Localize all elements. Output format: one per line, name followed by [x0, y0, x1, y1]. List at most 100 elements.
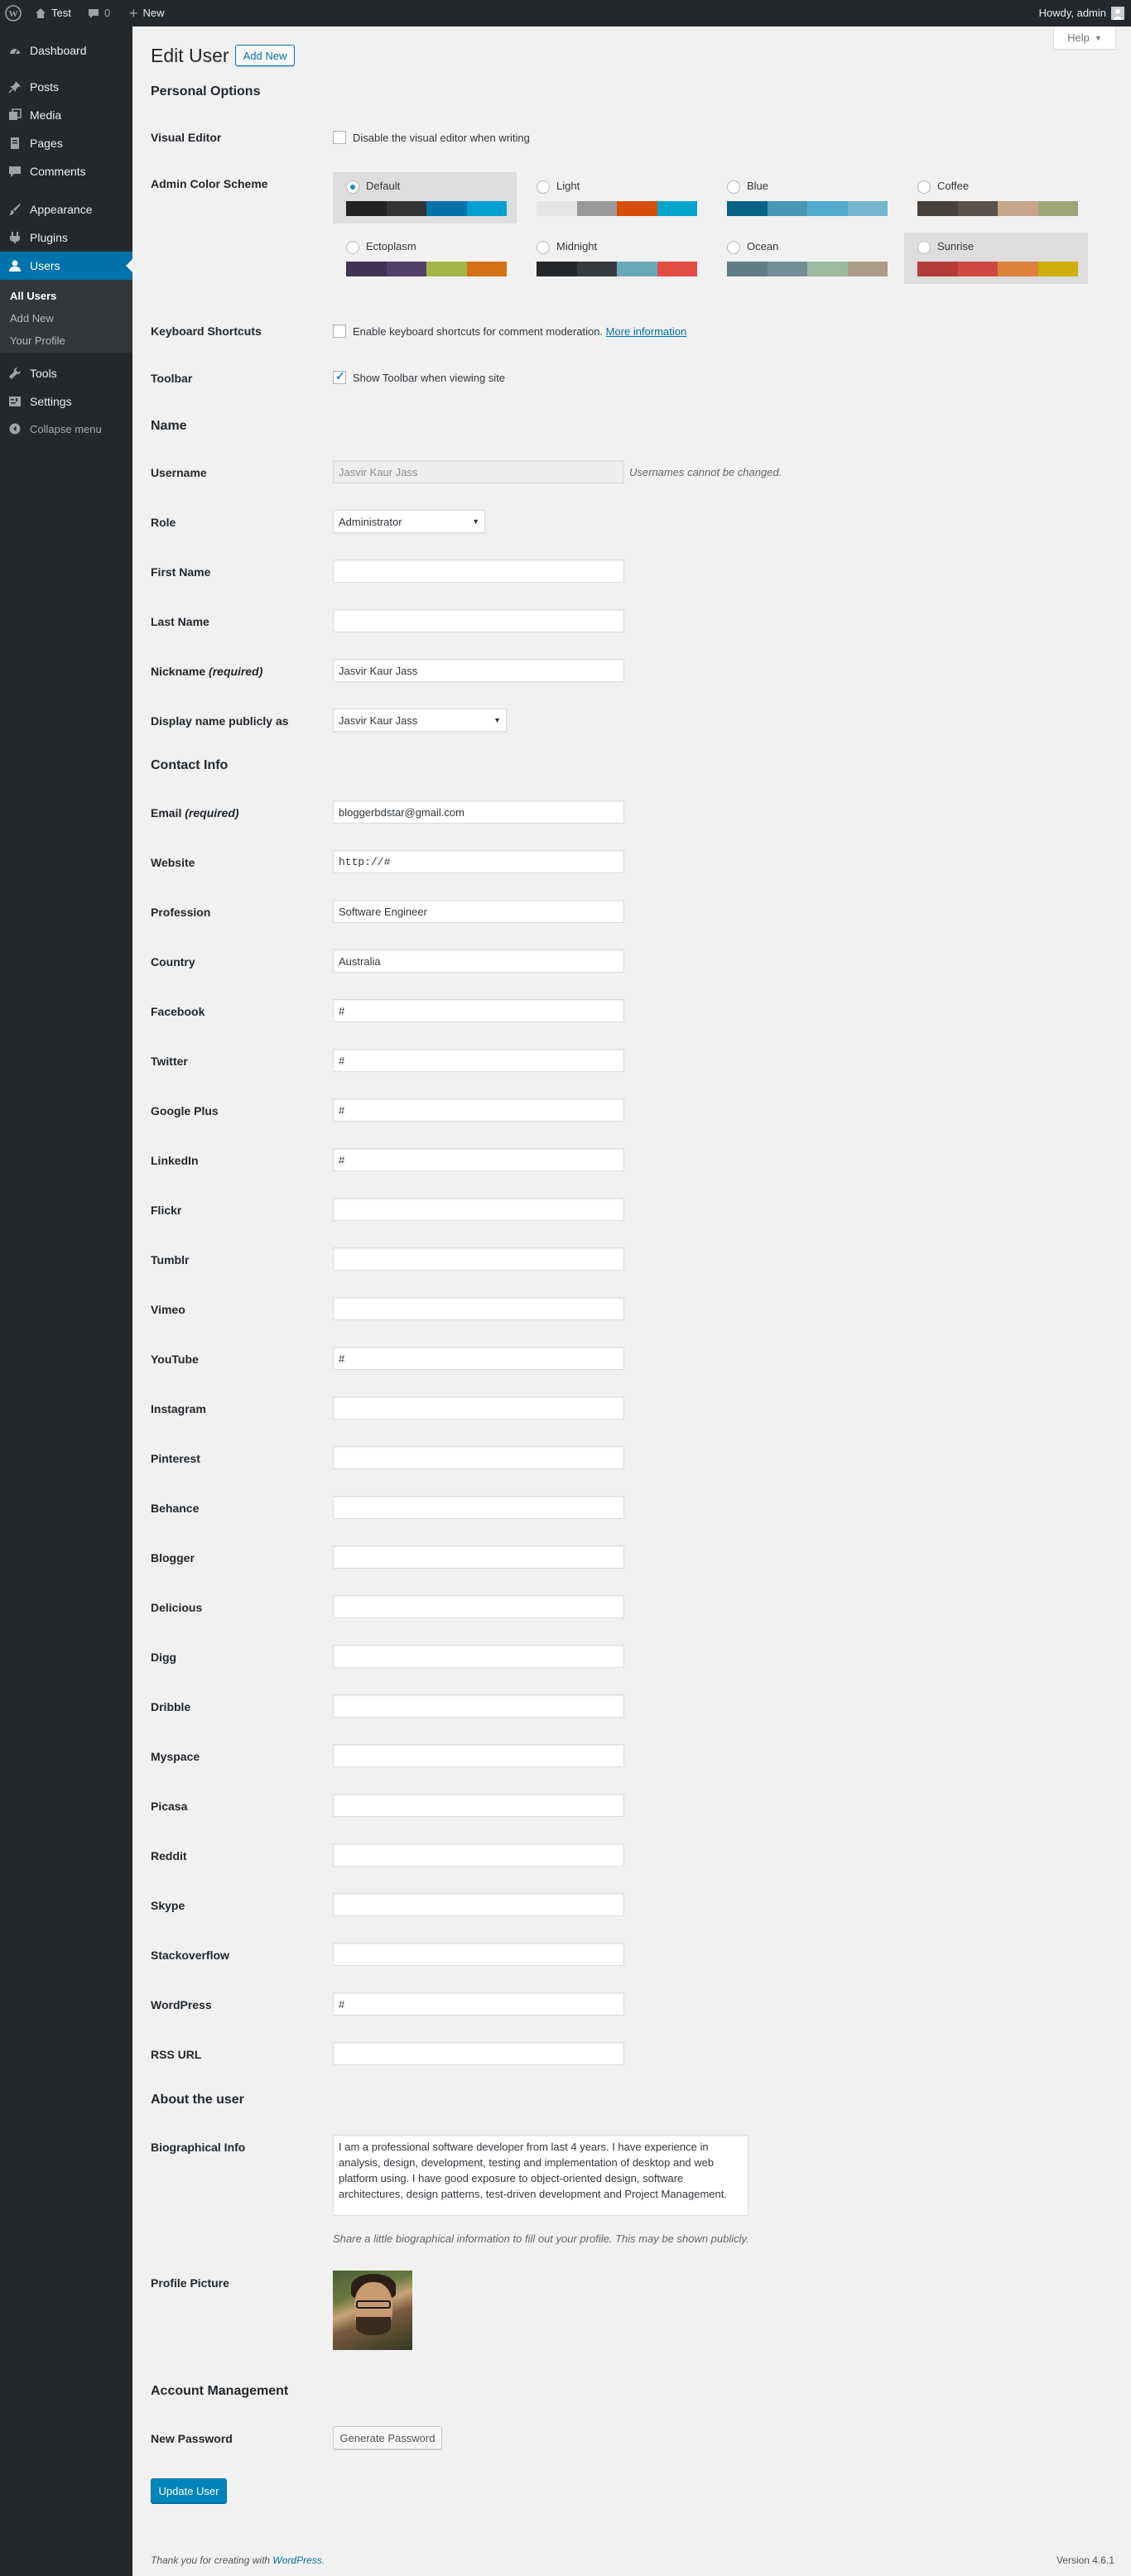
- color-scheme-ectoplasm[interactable]: Ectoplasm: [333, 233, 517, 284]
- menu-plugins[interactable]: Plugins: [0, 223, 132, 252]
- submenu-all-users[interactable]: All Users: [10, 290, 56, 302]
- color-scheme-radio[interactable]: [537, 241, 550, 254]
- comments-link[interactable]: 0: [88, 0, 110, 26]
- color-scheme-midnight[interactable]: Midnight: [523, 233, 707, 284]
- role-select[interactable]: Administrator ▼: [333, 510, 485, 533]
- menu-users[interactable]: Users: [0, 252, 132, 280]
- menu-posts-label: Posts: [30, 80, 60, 94]
- submenu-add-new[interactable]: Add New: [10, 312, 54, 324]
- menu-comments-label: Comments: [30, 165, 86, 178]
- delicious-input[interactable]: [333, 1595, 624, 1618]
- dashboard-icon: [0, 44, 30, 57]
- keyboard-shortcuts-checkbox[interactable]: [333, 324, 346, 338]
- pinterest-input[interactable]: [333, 1446, 624, 1469]
- color-scheme-radio[interactable]: [917, 241, 931, 254]
- menu-posts[interactable]: Posts: [0, 73, 132, 101]
- menu-pages[interactable]: Pages: [0, 129, 132, 157]
- facebook-input[interactable]: #: [333, 999, 624, 1022]
- comments-count: 0: [104, 7, 111, 19]
- vimeo-input[interactable]: [333, 1297, 624, 1320]
- show-toolbar-checkbox[interactable]: [333, 369, 346, 384]
- help-tab-button[interactable]: Help ▼: [1053, 26, 1116, 50]
- color-scheme-radio[interactable]: [346, 180, 359, 194]
- site-name-link[interactable]: Test: [35, 0, 71, 26]
- myspace-label: Myspace: [151, 1750, 200, 1763]
- add-new-user-button[interactable]: Add New: [235, 45, 295, 66]
- website-input[interactable]: http://#: [333, 850, 624, 873]
- picasa-input[interactable]: [333, 1794, 624, 1817]
- flickr-input[interactable]: [333, 1198, 624, 1221]
- twitter-input[interactable]: #: [333, 1049, 624, 1072]
- color-scheme-default[interactable]: Default: [333, 172, 517, 223]
- google-plus-input[interactable]: #: [333, 1098, 624, 1122]
- color-scheme-radio[interactable]: [917, 180, 931, 194]
- blogger-input[interactable]: [333, 1545, 624, 1569]
- profession-input[interactable]: Software Engineer: [333, 900, 624, 923]
- skype-input[interactable]: [333, 1893, 624, 1916]
- color-swatches: [727, 201, 888, 216]
- color-swatch: [617, 262, 657, 276]
- color-scheme-radio[interactable]: [537, 180, 550, 194]
- display-name-select[interactable]: Jasvir Kaur Jass ▼: [333, 709, 507, 732]
- color-swatch: [807, 201, 848, 216]
- menu-appearance[interactable]: Appearance: [0, 195, 132, 223]
- keyboard-shortcuts-desc: Enable keyboard shortcuts for comment mo…: [353, 325, 604, 338]
- more-information-link[interactable]: More information: [606, 325, 687, 338]
- menu-tools[interactable]: Tools: [0, 359, 132, 387]
- color-swatch: [466, 262, 507, 276]
- menu-media[interactable]: Media: [0, 101, 132, 129]
- menu-dashboard[interactable]: Dashboard: [0, 36, 132, 65]
- menu-settings[interactable]: Settings: [0, 387, 132, 416]
- menu-users-label: Users: [30, 259, 60, 272]
- color-scheme-ocean[interactable]: Ocean: [714, 233, 898, 284]
- tumblr-input[interactable]: [333, 1247, 624, 1271]
- color-swatch: [727, 262, 768, 276]
- color-scheme-radio[interactable]: [727, 180, 740, 194]
- my-account-link[interactable]: Howdy, admin: [1039, 0, 1124, 26]
- instagram-input[interactable]: [333, 1396, 624, 1420]
- footer-thanks-text: Thank you for creating with: [151, 2554, 271, 2566]
- admin-menu: Dashboard Posts Media Pages Comments App…: [0, 26, 132, 2576]
- site-name-label: Test: [51, 7, 71, 19]
- last-name-input[interactable]: [333, 609, 624, 632]
- dribble-input[interactable]: [333, 1694, 624, 1718]
- wordpress-logo-icon[interactable]: W: [5, 0, 25, 26]
- color-swatch: [346, 201, 387, 216]
- digg-input[interactable]: [333, 1645, 624, 1668]
- generate-password-button[interactable]: Generate Password: [333, 2426, 442, 2449]
- color-swatch: [617, 201, 657, 216]
- new-content-link[interactable]: + New: [129, 0, 165, 26]
- myspace-input[interactable]: [333, 1744, 624, 1767]
- color-swatches: [917, 201, 1078, 216]
- collapse-icon: [0, 423, 30, 435]
- picasa-label: Picasa: [151, 1800, 188, 1813]
- color-scheme-radio[interactable]: [727, 241, 740, 254]
- color-scheme-coffee[interactable]: Coffee: [904, 172, 1088, 223]
- collapse-menu-button[interactable]: Collapse menu: [0, 416, 132, 442]
- disable-visual-editor-checkbox[interactable]: [333, 131, 346, 144]
- facebook-label: Facebook: [151, 1005, 205, 1018]
- reddit-input[interactable]: [333, 1843, 624, 1867]
- media-icon: [0, 108, 30, 122]
- submenu-your-profile[interactable]: Your Profile: [10, 334, 65, 347]
- email-input[interactable]: bloggerbdstar@gmail.com: [333, 800, 624, 824]
- color-scheme-sunrise[interactable]: Sunrise: [904, 233, 1088, 284]
- color-scheme-light[interactable]: Light: [523, 172, 707, 223]
- color-scheme-name: Ocean: [747, 240, 779, 252]
- country-input[interactable]: Australia: [333, 949, 624, 973]
- color-scheme-radio[interactable]: [346, 241, 359, 254]
- youtube-input[interactable]: #: [333, 1347, 624, 1370]
- first-name-input[interactable]: [333, 560, 624, 583]
- menu-comments[interactable]: Comments: [0, 157, 132, 185]
- wordpress-link[interactable]: WordPress: [272, 2554, 321, 2566]
- footer-thanks: Thank you for creating with WordPress.: [151, 2554, 325, 2566]
- linkedin-input[interactable]: #: [333, 1148, 624, 1171]
- stackoverflow-input[interactable]: [333, 1943, 624, 1966]
- rss-url-input[interactable]: [333, 2042, 624, 2065]
- update-user-button[interactable]: Update User: [151, 2478, 227, 2503]
- wordpress-input[interactable]: #: [333, 1992, 624, 2016]
- bio-textarea[interactable]: I am a professional software developer f…: [333, 2135, 748, 2216]
- nickname-input[interactable]: Jasvir Kaur Jass: [333, 659, 624, 682]
- behance-input[interactable]: [333, 1496, 624, 1519]
- color-scheme-blue[interactable]: Blue: [714, 172, 898, 223]
